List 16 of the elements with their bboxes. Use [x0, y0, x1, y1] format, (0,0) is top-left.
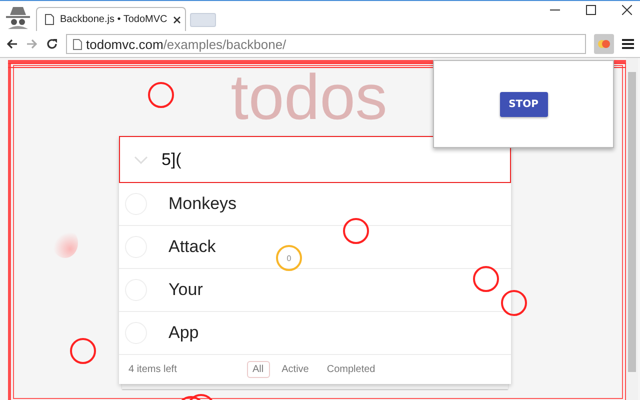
todo-text: Your [168, 280, 203, 300]
tab-title: Backbone.js • TodoMVC [60, 14, 168, 25]
new-todo-field[interactable]: 5]( [118, 136, 510, 183]
filter-link[interactable]: All [246, 361, 270, 378]
browser-tab[interactable]: Backbone.js • TodoMVC [36, 7, 186, 31]
stop-button[interactable]: STOP [500, 92, 548, 116]
items-left-count: 4 items left [128, 364, 177, 375]
app-title: todos [230, 60, 388, 135]
url-text: todomvc.com/examples/backbone/ [86, 36, 286, 52]
todo-text: App [168, 323, 199, 343]
todo-text: Attack [168, 237, 216, 257]
counter-marker: 0 [276, 245, 302, 271]
filter-link[interactable]: Completed [320, 361, 382, 378]
address-bar[interactable]: todomvc.com/examples/backbone/ [66, 34, 586, 54]
filter-link[interactable]: Active [276, 361, 315, 378]
todo-text: Monkeys [168, 194, 237, 214]
